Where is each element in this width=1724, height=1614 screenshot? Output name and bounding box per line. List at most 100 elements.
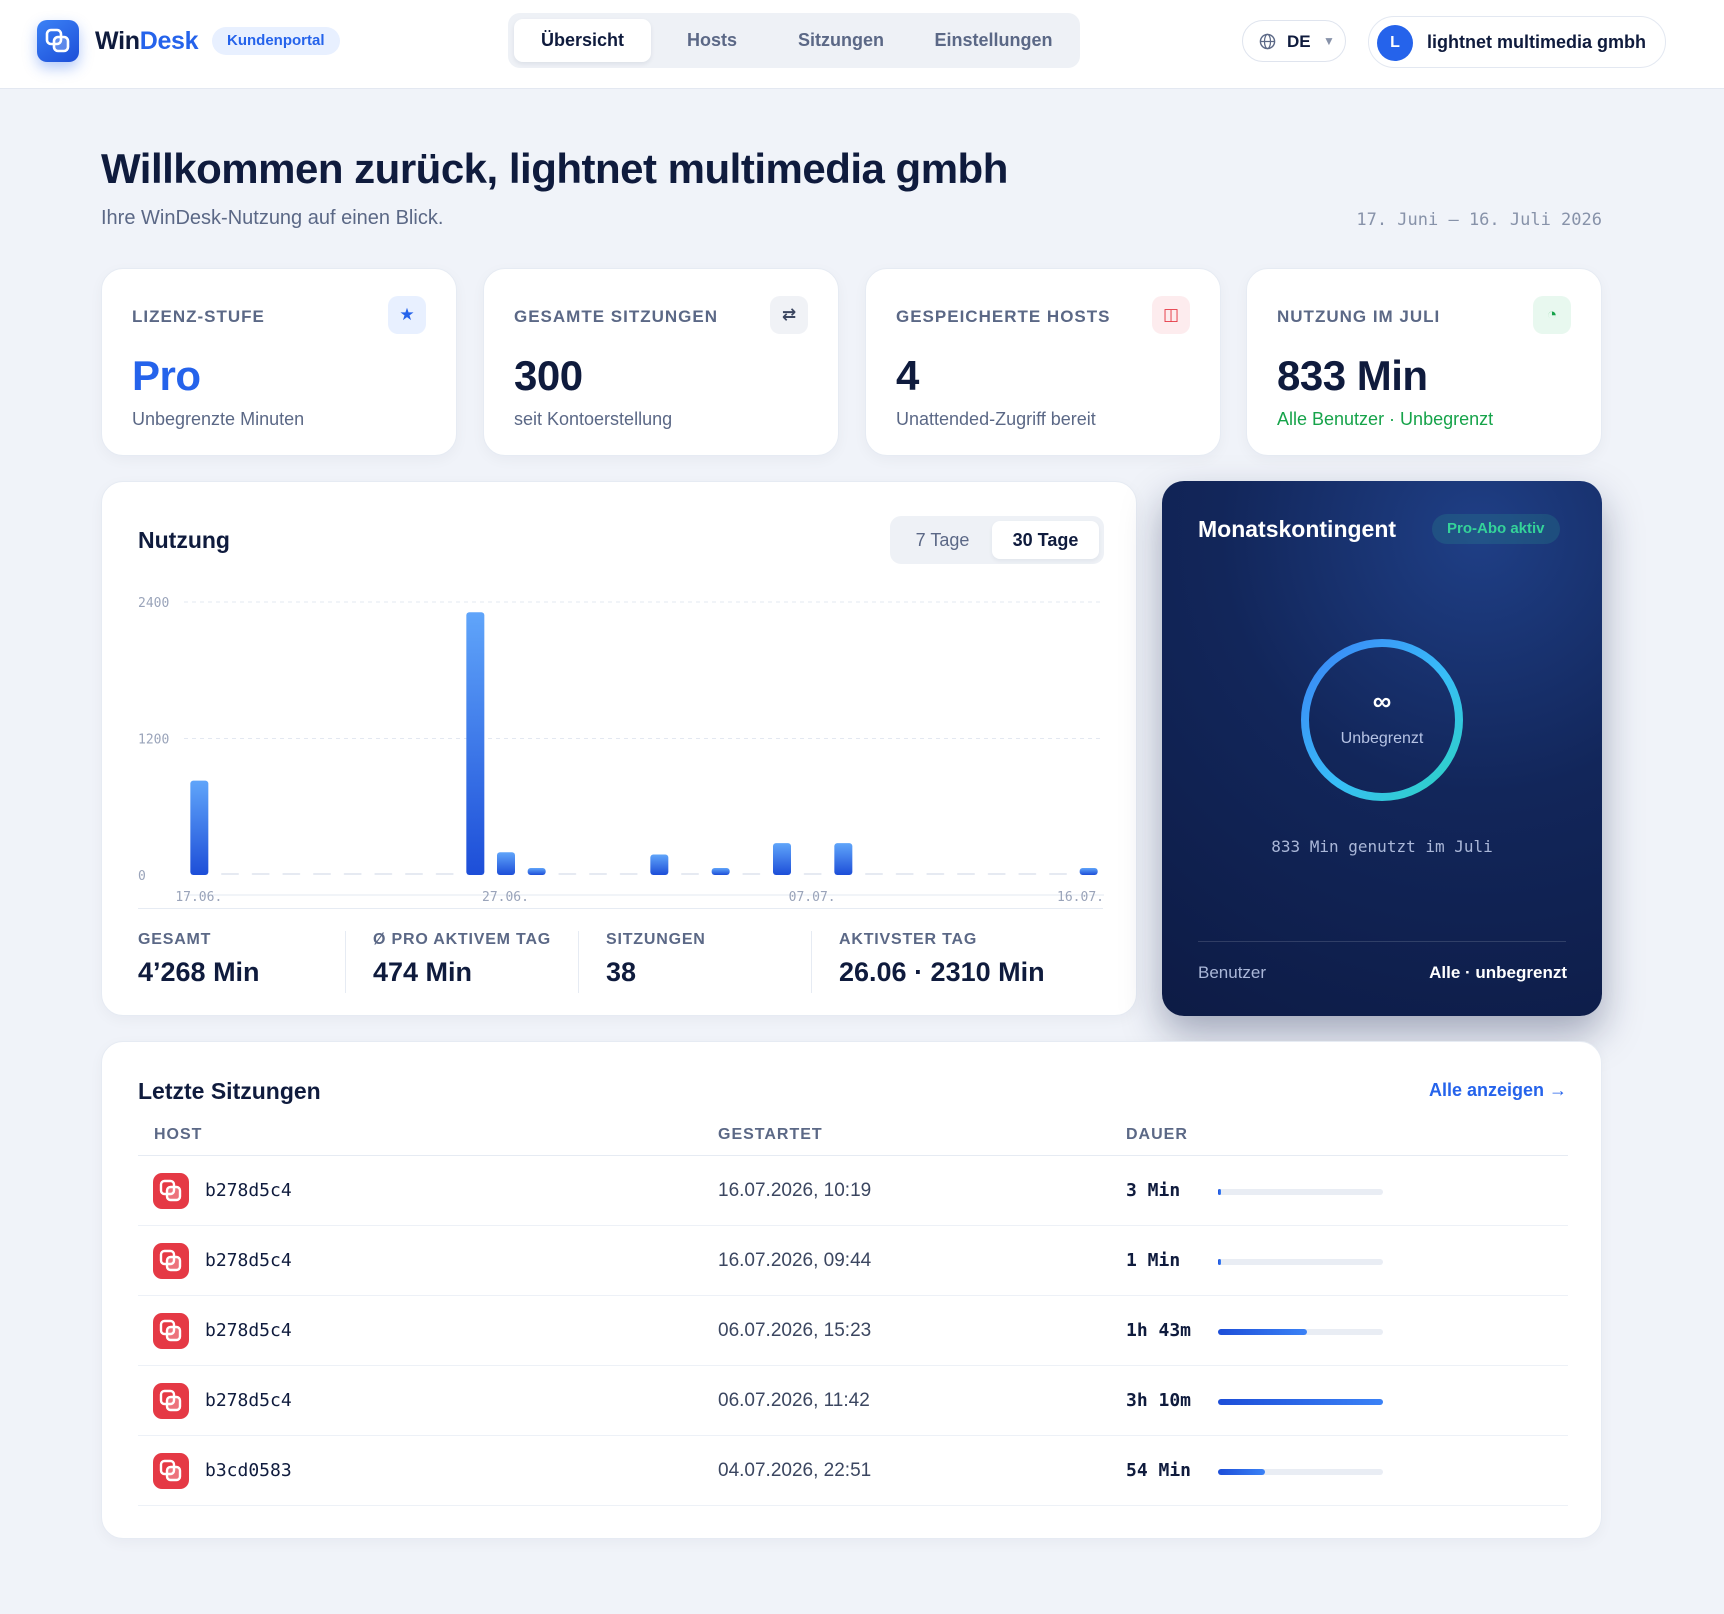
usage-bar[interactable] [497,852,515,875]
kpi-label: SITZUNGEN [606,931,706,948]
globe-icon [1259,33,1276,50]
kpi-value: 26.06 · 2310 Min [839,957,1045,987]
host-name: b278d5c4 [205,1320,292,1341]
user-name: lightnet multimedia gmbh [1427,32,1646,52]
kpi-label: Ø PRO AKTIVEM TAG [373,931,552,948]
kpi-sessions: SITZUNGEN 38 [606,931,706,991]
chevron-down-icon: ▼ [1323,34,1335,48]
sessions-title: Letzte Sitzungen [138,1078,321,1104]
stat-value: 4 [896,352,919,399]
table-row[interactable]: b278d5c4 06.07.2026, 15:23 1h 43m [138,1296,1568,1366]
stat-label: GESAMTE SITZUNGEN [514,307,719,326]
quota-ring [1301,639,1463,801]
host-icon [153,1453,189,1489]
kpi-value: 474 Min [373,957,473,987]
usage-bar[interactable] [527,868,546,875]
duration-bar-fill [1218,1399,1383,1405]
y-tick-label: 0 [138,869,146,884]
usage-bar[interactable] [773,843,791,875]
usage-bar[interactable] [466,612,485,875]
duration-bar [1218,1189,1383,1195]
brand-name-part1: Win [95,27,140,55]
usage-title: Nutzung [138,527,230,553]
session-start: 04.07.2026, 22:51 [718,1460,872,1481]
server-icon: ◫ [1152,296,1190,334]
usage-bar[interactable] [190,780,209,875]
x-tick-label: 07.07. [789,890,836,905]
nav-tab-settings[interactable]: Einstellungen [913,19,1074,62]
quota-ring-label: Unbegrenzt [1340,730,1424,747]
stat-card-saved-hosts: GESPEICHERTE HOSTS ◫ 4 Unattended-Zugrif… [865,268,1221,456]
stat-label: LIZENZ-STUFE [132,307,265,326]
duration-bar [1218,1259,1383,1265]
pie-chart-icon: ◔ [1533,296,1571,334]
nav-tab-sessions[interactable]: Sitzungen [773,19,909,62]
table-row[interactable]: b278d5c4 16.07.2026, 10:19 3 Min [138,1156,1568,1226]
usage-bar[interactable] [650,854,669,875]
column-header-duration[interactable]: DAUER [1126,1126,1188,1144]
nav-tab-hosts[interactable]: Hosts [655,19,769,62]
duration-bar-fill [1218,1329,1308,1335]
user-menu[interactable]: L lightnet multimedia gmbh [1368,16,1666,68]
portal-badge: Kundenportal [212,27,340,55]
brand-name[interactable]: WinDesk [95,26,199,56]
kpi-label: GESAMT [138,931,212,948]
stat-label: GESPEICHERTE HOSTS [896,307,1111,326]
range-toggle: 7 Tage 30 Tage [890,516,1104,564]
recent-sessions-card: Letzte Sitzungen Alle anzeigen → HOST GE… [101,1041,1602,1539]
language-code: DE [1287,32,1311,51]
session-start: 16.07.2026, 10:19 [718,1180,872,1201]
stat-label: NUTZUNG IM JULI [1277,307,1441,326]
duration-bar [1218,1329,1383,1335]
stat-value: Pro [132,352,201,399]
host-name: b278d5c4 [205,1390,292,1411]
table-row[interactable]: b278d5c4 06.07.2026, 11:42 3h 10m [138,1366,1568,1436]
range-option-7-days[interactable]: 7 Tage [895,521,990,559]
range-option-30-days[interactable]: 30 Tage [992,521,1099,559]
x-tick-label: 27.06. [482,890,529,905]
usage-bar[interactable] [834,843,853,875]
top-bar: WinDesk Kundenportal Übersicht Hosts Sit… [0,0,1724,89]
stat-card-total-sessions: GESAMTE SITZUNGEN ⇄ 300 seit Kontoerstel… [483,268,839,456]
table-row[interactable]: b278d5c4 16.07.2026, 09:44 1 Min [138,1226,1568,1296]
page-title: Willkommen zurück, lightnet multimedia g… [101,145,1008,192]
view-all-link[interactable]: Alle anzeigen → [1429,1080,1567,1101]
session-duration: 1 Min [1126,1250,1181,1271]
table-row[interactable]: b3cd0583 04.07.2026, 22:51 54 Min [138,1436,1568,1506]
avatar: L [1377,25,1413,61]
quota-usage-text: 833 Min genutzt im Juli [1271,837,1493,856]
kpi-divider [811,931,812,993]
kpi-divider [578,931,579,993]
column-header-started[interactable]: GESTARTET [718,1126,823,1144]
host-name: b3cd0583 [205,1460,292,1481]
session-duration: 3h 10m [1126,1390,1192,1411]
session-start: 06.07.2026, 15:23 [718,1320,872,1341]
stat-value: 300 [514,352,583,399]
column-header-host[interactable]: HOST [154,1126,202,1144]
host-icon [153,1243,189,1279]
page-subtitle: Ihre WinDesk-Nutzung auf einen Blick. [101,207,444,229]
quota-divider [1198,941,1566,942]
language-selector[interactable]: DE ▼ [1242,20,1346,62]
stat-card-license: LIZENZ-STUFE ★ Pro Unbegrenzte Minuten [101,268,457,456]
kpi-divider [345,931,346,993]
duration-bar [1218,1399,1383,1405]
stat-value: 833 Min [1277,352,1428,399]
nav-tab-overview[interactable]: Übersicht [514,19,651,62]
stat-note: Unbegrenzte Minuten [132,409,305,429]
duration-bar [1218,1469,1383,1475]
host-icon [153,1173,189,1209]
usage-bar[interactable] [1079,868,1098,875]
usage-bar[interactable] [711,868,730,875]
windesk-logo-icon[interactable] [37,20,79,62]
brand-name-part2: Desk [139,27,199,55]
stat-note: seit Kontoerstellung [514,409,673,429]
quota-user-value: Alle · unbegrenzt [1429,963,1567,982]
stat-card-july-usage: NUTZUNG IM JULI ◔ 833 Min Alle Benutzer … [1246,268,1602,456]
kpi-average: Ø PRO AKTIVEM TAG 474 Min [373,931,551,991]
x-tick-label: 16.07. [1057,890,1104,905]
host-icon [153,1313,189,1349]
usage-card: 0 1200 2400 17.06. 27.06. 07.07. 16.07. Nutzun… [101,481,1137,1016]
date-range: 17. Juni – 16. Juli 2026 [1356,210,1602,230]
host-name: b278d5c4 [205,1180,292,1201]
